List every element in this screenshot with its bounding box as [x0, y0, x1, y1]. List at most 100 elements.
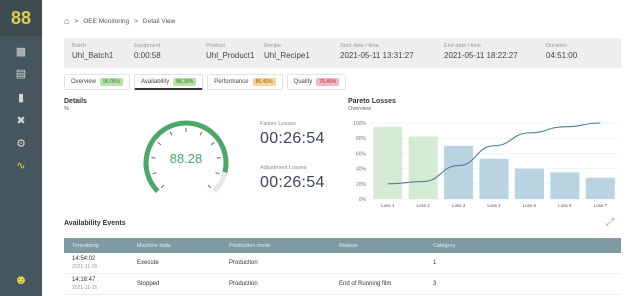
batch-label: Batch: [72, 43, 87, 49]
y-tick-label: 40%: [356, 167, 367, 173]
table-row[interactable]: 14:54:02 2021-11-15 Execute Production 1: [64, 253, 621, 274]
batch-info: Batch Uhl_Batch1: [72, 43, 113, 60]
table-row[interactable]: 14:18:47 2021-11-15 Stopped Production E…: [64, 274, 621, 295]
tab-quality[interactable]: Quality 76.45%: [286, 74, 347, 90]
y-tick-label: 20%: [356, 182, 367, 188]
x-tick-label: Loss 6: [558, 203, 572, 208]
duration-info: Duration 04:51:00: [546, 43, 577, 60]
settings-icon[interactable]: ⚙: [14, 137, 28, 151]
tab-availability[interactable]: Availability 88.28%: [133, 74, 204, 90]
adjustment-losses-value: 00:26:54: [260, 174, 325, 191]
user-icon[interactable]: ☻: [12, 272, 30, 290]
product-info: Product Uhl_Product1: [206, 43, 254, 60]
tab-overview[interactable]: Overview 96.05%: [64, 74, 130, 90]
expand-icon[interactable]: ⤢: [606, 217, 614, 228]
tab-bar: Overview 96.05% Availability 88.28% Perf…: [64, 74, 347, 90]
end-value: 2021-05-11 18:22:27: [444, 51, 518, 60]
gauge-tick: [207, 184, 212, 189]
tab-quality-badge: 76.45%: [316, 78, 340, 86]
batch-info-bar: Batch Uhl_Batch1 Equipment 0:00:58 Produ…: [64, 38, 621, 68]
recipe-value: Uhl_Recipe1: [264, 51, 310, 60]
gauge-tick: [152, 172, 157, 175]
tab-performance-label: Performance: [214, 79, 249, 85]
pareto-bar: [444, 145, 474, 199]
server-icon[interactable]: ▤: [14, 67, 28, 81]
gauge-tick: [160, 184, 165, 189]
pareto-title: Pareto Losses: [348, 98, 396, 105]
start-value: 2021-05-11 13:31:27: [340, 51, 414, 60]
recipe-label: Recipe: [264, 43, 282, 49]
column-header[interactable]: Category: [433, 243, 621, 249]
equipment-info: Equipment 0:00:58: [134, 43, 161, 60]
home-icon[interactable]: ⌂: [64, 16, 69, 26]
breadcrumb-item-oee[interactable]: OEE Monitoring: [83, 18, 129, 25]
tab-performance-badge: 86.45%: [252, 78, 276, 86]
gauge-tick: [215, 172, 220, 175]
failure-losses-label: Failure Losses: [260, 121, 296, 127]
pareto-bar: [408, 136, 438, 199]
start-label: Start date / time: [340, 43, 379, 49]
tab-performance[interactable]: Performance 86.45%: [207, 74, 283, 90]
gauge-tick: [199, 131, 203, 136]
end-info: End date / time 2021-05-11 18:22:27: [444, 43, 518, 60]
events-title: Availability Events: [64, 220, 126, 227]
event-time: 14:54:02: [72, 256, 96, 262]
pareto-bar: [514, 168, 544, 199]
tab-availability-badge: 88.28%: [173, 77, 197, 86]
end-label: End date / time: [444, 43, 481, 49]
timestamp-cell: 14:18:47 2021-11-15: [64, 277, 137, 291]
tab-availability-label: Availability: [140, 78, 170, 85]
category-cell: 1: [433, 260, 437, 266]
breadcrumb-item-detail: Detail View: [142, 17, 176, 25]
pareto-bar: [585, 177, 615, 199]
y-tick-label: 100%: [353, 121, 366, 127]
pareto-subtitle: Overview: [348, 106, 371, 112]
batch-value: Uhl_Batch1: [72, 51, 114, 60]
machine-state-cell: Execute: [137, 260, 159, 266]
x-tick-label: Loss 5: [523, 203, 537, 208]
details-title: Details: [64, 98, 87, 105]
x-tick-label: Loss 2: [417, 203, 431, 208]
timestamp-cell: 14:54:02 2021-11-15: [64, 256, 137, 270]
breadcrumb-separator: >: [134, 17, 138, 25]
equipment-label: Equipment: [134, 43, 161, 49]
start-info: Start date / time 2021-05-11 13:31:27: [340, 43, 414, 60]
gauge-value: 88.28: [169, 151, 203, 166]
pareto-bar: [479, 158, 509, 199]
pareto-chart: 0% 20% 40% 60% 80% 100% Loss 1 Loss 2 Loss 3 Loss…: [353, 121, 618, 208]
tab-overview-label: Overview: [71, 79, 97, 85]
flow-icon[interactable]: ∿: [14, 159, 28, 173]
event-date: 2021-11-15: [72, 264, 98, 270]
pareto-bar: [550, 172, 580, 199]
details-unit: %: [64, 106, 69, 112]
tools-icon[interactable]: ✖: [14, 114, 28, 128]
events-table: Timestamp Machine state Production mode …: [64, 238, 621, 295]
reason-cell: End of Running film: [339, 281, 392, 287]
y-tick-label: 80%: [356, 136, 367, 142]
event-time: 14:18:47: [72, 277, 96, 283]
column-header[interactable]: Reason: [339, 243, 433, 249]
gauge-tick: [210, 142, 215, 146]
failure-losses-value: 00:26:54: [260, 130, 325, 147]
duration-label: Duration: [546, 43, 567, 49]
equipment-value: 0:00:58: [134, 51, 161, 60]
gauge-tick: [169, 131, 173, 136]
bar-chart-icon[interactable]: ▮: [14, 91, 28, 105]
column-header[interactable]: Production mode: [229, 243, 339, 249]
column-header[interactable]: Machine state: [137, 243, 229, 249]
tab-overview-badge: 96.05%: [100, 78, 123, 86]
adjustment-losses-label: Adjustment Losses: [260, 165, 307, 171]
event-date: 2021-11-15: [72, 285, 98, 291]
table-header: Timestamp Machine state Production mode …: [64, 238, 621, 253]
x-tick-label: Loss 3: [452, 203, 466, 208]
app-logo[interactable]: 88: [0, 0, 42, 36]
recipe-info: Recipe Uhl_Recipe1: [264, 43, 310, 60]
tab-quality-label: Quality: [293, 79, 313, 85]
column-header[interactable]: Timestamp: [64, 243, 137, 249]
category-cell: 3: [433, 281, 437, 287]
y-tick-label: 0%: [359, 197, 367, 203]
product-label: Product: [206, 43, 225, 49]
machine-state-cell: Stopped: [137, 281, 160, 287]
x-tick-label: Loss 7: [594, 203, 608, 208]
save-icon[interactable]: ▩: [14, 45, 28, 59]
